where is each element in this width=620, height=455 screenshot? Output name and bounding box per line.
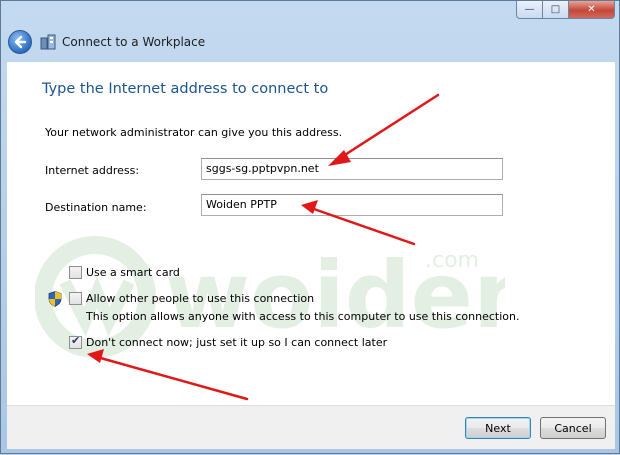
allow-others-checkbox[interactable] — [69, 292, 82, 305]
page-description: Your network administrator can give you … — [45, 126, 343, 139]
close-button[interactable]: ✕ — [569, 1, 615, 19]
caption-buttons: — □ ✕ — [516, 1, 615, 19]
internet-address-input[interactable]: sggs-sg.pptpvpn.net — [201, 158, 503, 180]
dialog-window: — □ ✕ Connect to a Workplace woiden .com… — [0, 0, 620, 454]
back-arrow-icon — [14, 35, 27, 49]
destination-name-label: Destination name: — [45, 201, 147, 214]
destination-name-input[interactable]: Woiden PPTP — [201, 194, 503, 216]
wizard-content: woiden .com Type the Internet address to… — [7, 62, 615, 405]
dont-connect-checkbox[interactable] — [69, 334, 82, 349]
wizard-header: Connect to a Workplace — [1, 25, 620, 61]
page-heading: Type the Internet address to connect to — [42, 81, 329, 97]
allow-others-description: This option allows anyone with access to… — [86, 310, 520, 323]
dont-connect-label[interactable]: Don't connect now; just set it up so I c… — [86, 336, 387, 349]
network-icon — [40, 34, 56, 50]
back-button[interactable] — [8, 30, 32, 54]
smart-card-label[interactable]: Use a smart card — [86, 266, 180, 279]
internet-address-label: Internet address: — [45, 164, 140, 177]
window-title: Connect to a Workplace — [62, 35, 206, 49]
smart-card-checkbox[interactable] — [69, 266, 82, 279]
uac-shield-icon — [48, 291, 62, 307]
cancel-button[interactable]: Cancel — [540, 417, 606, 439]
minimize-button[interactable]: — — [516, 1, 543, 19]
next-button[interactable]: Next — [465, 417, 531, 439]
svg-text:.com: .com — [425, 248, 479, 273]
wizard-footer: Next Cancel — [7, 405, 615, 449]
allow-others-label[interactable]: Allow other people to use this connectio… — [86, 292, 314, 305]
maximize-button[interactable]: □ — [543, 1, 569, 19]
